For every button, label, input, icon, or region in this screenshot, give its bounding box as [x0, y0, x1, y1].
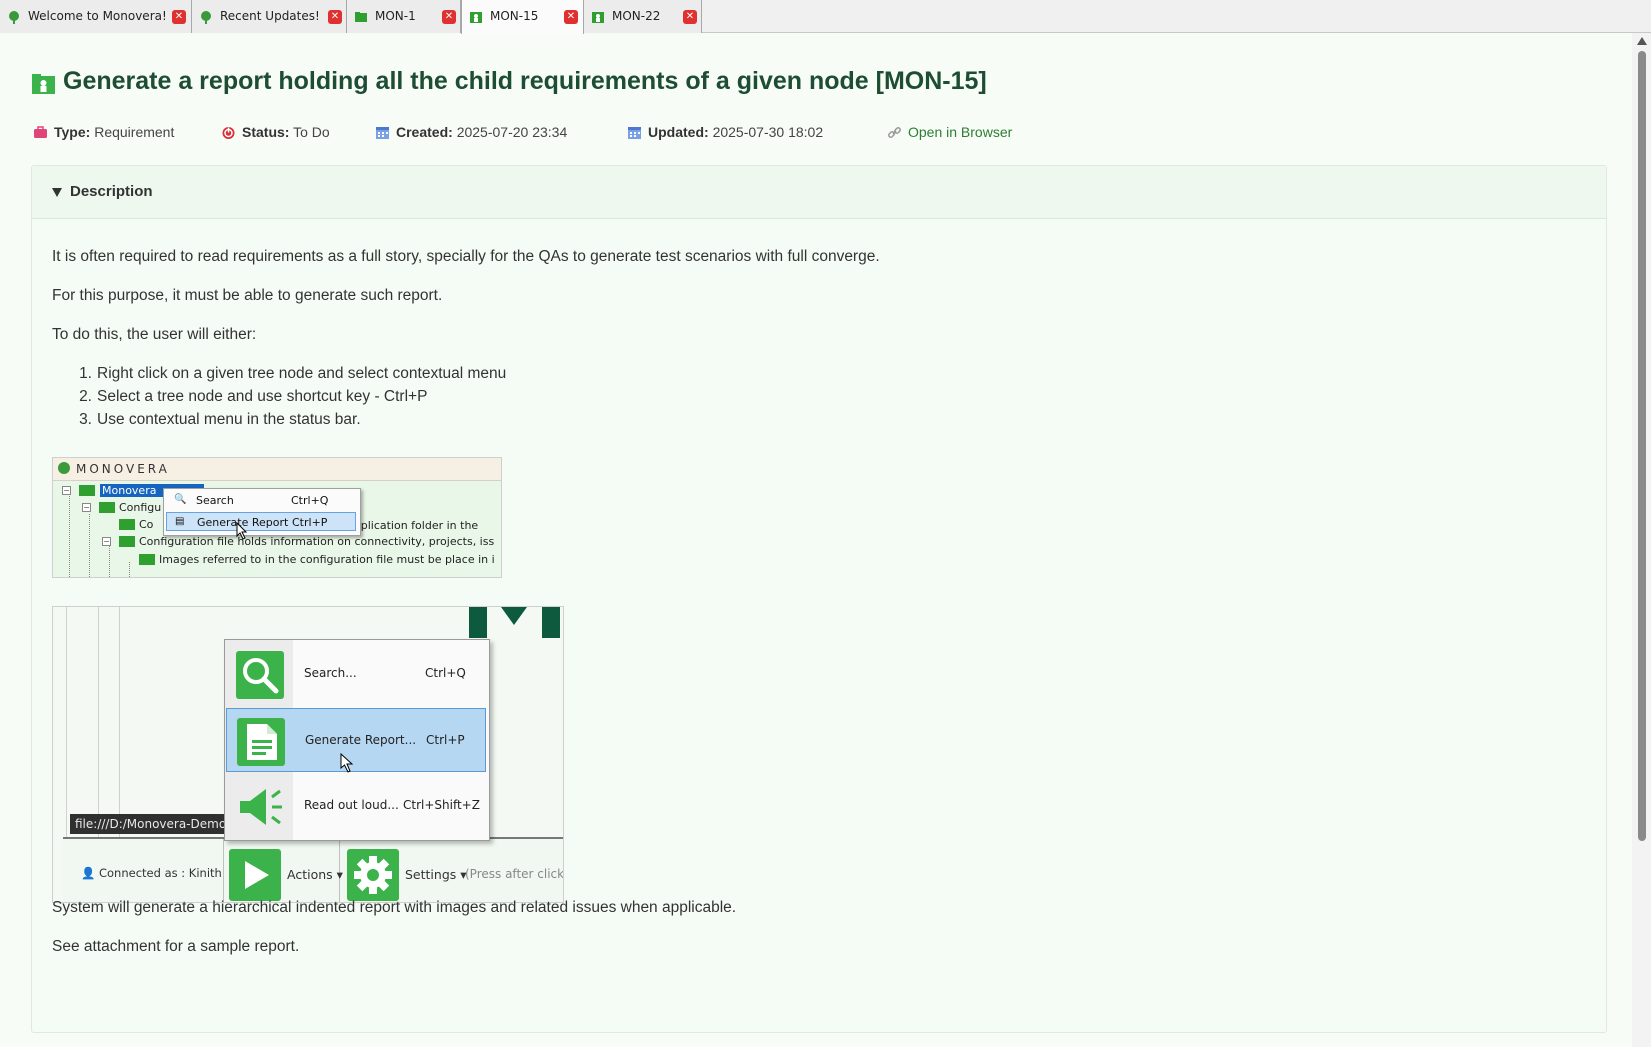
meta-updated: Updated: 2025-07-30 18:02 [627, 124, 823, 140]
tree-node[interactable]: Co [139, 518, 153, 531]
close-icon[interactable]: ✕ [328, 10, 342, 24]
scroll-thumb[interactable] [1638, 51, 1646, 841]
status-bar: 👤 Connected as : Kinith Actions ▾ Settin… [63, 837, 564, 902]
status-value: To Do [293, 124, 330, 140]
tab-label: MON-1 [375, 9, 416, 23]
screenshot-tree-context-menu: MONOVERA − Monovera − Configu Co applica… [52, 457, 502, 578]
megaphone-icon [236, 783, 284, 831]
folder-icon [139, 554, 155, 565]
tab-label: MON-15 [490, 9, 539, 23]
updated-value: 2025-07-30 18:02 [712, 124, 824, 140]
description-paragraph: To do this, the user will either: [52, 326, 257, 343]
link-icon [888, 127, 901, 138]
screenshot-header: MONOVERA [53, 458, 501, 481]
close-icon[interactable]: ✕ [564, 10, 578, 24]
tab-bar: Welcome to Monovera! ✕ Recent Updates! ✕… [0, 0, 1651, 34]
tab-mon-1[interactable]: MON-1 ✕ [347, 0, 461, 33]
tree-node[interactable]: Configuration file holds information on … [139, 535, 494, 548]
description-paragraph: System will generate a hierarchical inde… [52, 899, 737, 916]
menu-item-generate-report[interactable]: Generate Report... Ctrl+P [226, 708, 486, 772]
tab-label: Recent Updates! [220, 9, 320, 23]
mouse-cursor-icon [236, 522, 248, 540]
scroll-up-arrow-icon[interactable] [1637, 37, 1647, 45]
play-icon [245, 861, 269, 889]
monovera-logo-icon [58, 462, 70, 474]
folder-icon [99, 502, 115, 513]
actions-button[interactable]: Actions ▾ [287, 867, 343, 882]
tree-node[interactable]: Images referred to in the configuration … [159, 553, 495, 566]
close-icon[interactable]: ✕ [172, 10, 186, 24]
requirement-icon [119, 519, 135, 530]
requirement-icon [592, 12, 604, 23]
document-icon [237, 718, 285, 766]
list-item: 3. Use contextual menu in the status bar. [79, 411, 361, 428]
tab-recent-updates[interactable]: Recent Updates! ✕ [192, 0, 347, 33]
collapse-icon[interactable]: − [62, 486, 71, 495]
settings-button[interactable] [347, 849, 399, 901]
tab-label: Welcome to Monovera! [28, 9, 167, 23]
brand-label: MONOVERA [76, 462, 170, 476]
page-title: Generate a report holding all the child … [63, 67, 987, 95]
description-paragraph: It is often required to read requirement… [52, 248, 880, 265]
menu-item-read-out-loud[interactable]: Read out loud... Ctrl+Shift+Z [226, 774, 486, 838]
created-value: 2025-07-20 23:34 [456, 124, 568, 140]
tab-label: MON-22 [612, 9, 661, 23]
settings-hint: (Press after clicking [465, 867, 564, 881]
toolbar-block [469, 607, 487, 638]
list-item: 2. Select a tree node and use shortcut ke… [79, 388, 428, 405]
requirement-icon [32, 74, 55, 94]
menu-item-generate-report[interactable]: ▤ Generate Report Ctrl+P [166, 512, 356, 531]
folder-icon [79, 485, 95, 496]
description-paragraph: For this purpose, it must be able to gen… [52, 287, 443, 304]
tab-welcome[interactable]: Welcome to Monovera! ✕ [0, 0, 192, 33]
requirement-icon [119, 536, 135, 547]
collapse-icon[interactable]: − [102, 537, 111, 546]
tree-context-menu: 🔍 Search Ctrl+Q ▤ Generate Report Ctrl+P [163, 488, 361, 536]
open-in-browser-link[interactable]: Open in Browser [887, 124, 1012, 140]
description-heading: Description [70, 183, 153, 200]
calendar-icon [628, 127, 641, 139]
close-icon[interactable]: ✕ [683, 10, 697, 24]
type-value: Requirement [94, 124, 175, 140]
description-toggle[interactable]: Description [32, 166, 1606, 219]
settings-menu[interactable]: Settings ▾ [405, 867, 467, 882]
collapse-icon[interactable]: − [82, 503, 91, 512]
list-item: 1. Right click on a given tree node and s… [79, 365, 507, 382]
folder-icon [355, 12, 367, 22]
monovera-logo-icon [201, 11, 211, 24]
monovera-logo-icon [9, 11, 19, 24]
menu-item-search[interactable]: Search... Ctrl+Q [226, 642, 486, 706]
description-paragraph: See attachment for a sample report. [52, 938, 300, 955]
power-icon [222, 127, 235, 139]
mouse-cursor-icon [340, 753, 354, 773]
screenshot-status-bar-menu: file:///D:/Monovera-Demo/te 👤 Connected … [52, 606, 564, 903]
collapse-triangle-icon [52, 188, 62, 197]
close-icon[interactable]: ✕ [442, 10, 456, 24]
briefcase-icon [34, 126, 47, 138]
play-button[interactable] [229, 849, 281, 901]
user-icon: 👤 [81, 866, 96, 880]
document-icon: ▤ [175, 516, 185, 527]
status-context-menu: Search... Ctrl+Q Generate Report... Ctrl… [224, 639, 490, 841]
toolbar-block [542, 607, 560, 638]
tree-node[interactable]: Configu [119, 501, 161, 514]
connected-as-label: 👤 Connected as : Kinith [81, 866, 222, 880]
description-panel: Description It is often required to read… [31, 165, 1607, 1033]
dropdown-arrow-icon [501, 607, 527, 625]
meta-status: Status: To Do [221, 124, 330, 140]
tree-node-text: application folder in the [347, 519, 479, 532]
search-icon: 🔍 [174, 494, 187, 505]
requirement-icon [470, 12, 482, 23]
meta-type: Type: Requirement [33, 124, 174, 140]
tab-mon-15[interactable]: MON-15 ✕ [461, 0, 584, 34]
menu-item-search[interactable]: 🔍 Search Ctrl+Q [166, 491, 356, 510]
calendar-icon [376, 127, 389, 139]
vertical-scrollbar[interactable] [1632, 33, 1651, 1047]
search-icon [236, 651, 284, 699]
meta-created: Created: 2025-07-20 23:34 [375, 124, 567, 140]
gear-icon [354, 856, 392, 894]
url-tooltip: file:///D:/Monovera-Demo/te [70, 814, 225, 834]
tab-mon-22[interactable]: MON-22 ✕ [584, 0, 702, 33]
